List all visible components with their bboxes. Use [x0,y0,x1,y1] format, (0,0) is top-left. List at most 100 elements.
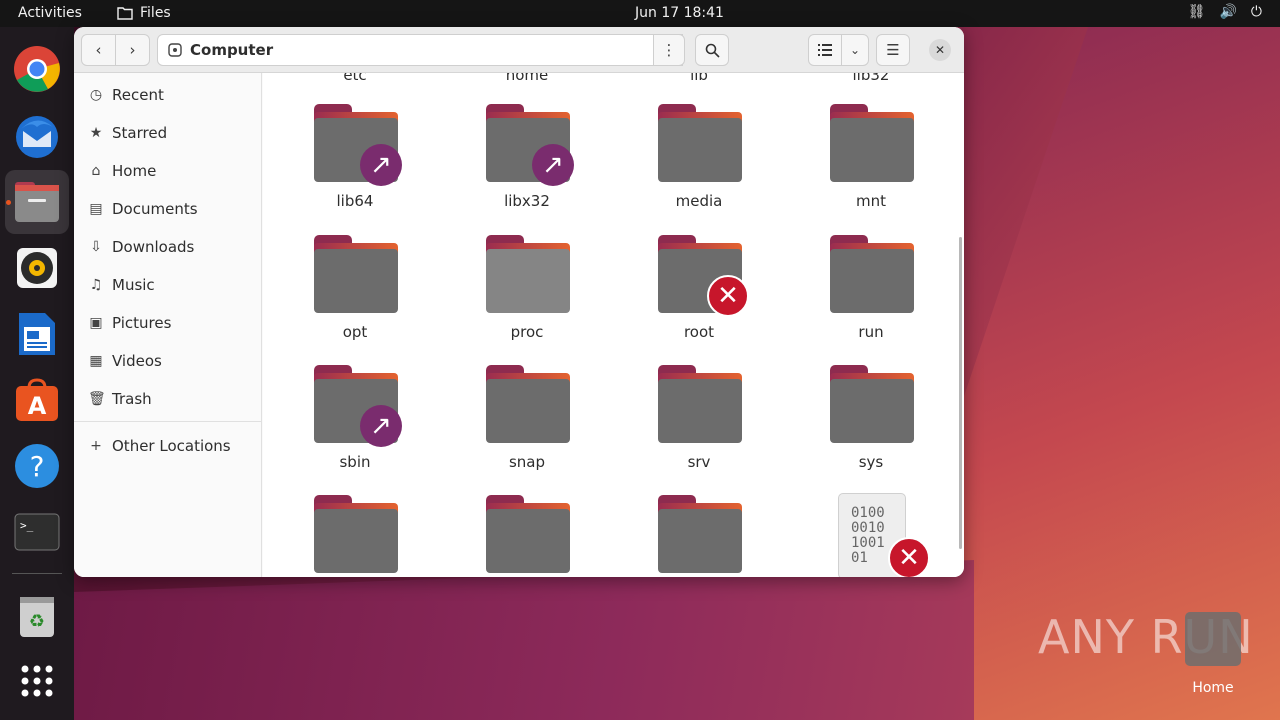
app-center-icon: A [16,378,58,421]
sidebar-item-label: Recent [112,86,164,104]
file-item[interactable]: 0100 0010 1001 01 ✕ [796,493,946,577]
partial-item-label[interactable]: etc [280,73,430,84]
svg-text:♻: ♻ [29,611,45,632]
item-name: lib64 [336,192,374,210]
symlink-emblem-icon: ↗ [360,405,402,447]
sidebar-item-music[interactable]: ♫ Music [88,273,155,297]
folder-item[interactable]: media [624,104,774,224]
main-menu-button[interactable]: ☰ [876,34,910,66]
folder-icon [830,104,914,182]
folder-item[interactable]: opt [280,235,430,355]
partial-item-label[interactable]: lib [624,73,774,84]
music-icon: ♫ [89,277,103,293]
document-writer-icon [19,313,55,355]
folder-icon [830,235,914,313]
sidebar-item-other-locations[interactable]: + Other Locations [88,434,231,458]
folder-item[interactable]: snap [452,365,602,485]
close-window-button[interactable]: ✕ [929,39,951,61]
view-list-button[interactable] [808,34,842,66]
app-menu[interactable]: Files [117,5,171,21]
back-button[interactable]: ‹ [81,34,116,66]
view-options-button[interactable]: ⌄ [841,34,869,66]
sidebar-item-starred[interactable]: ★ Starred [88,121,167,145]
folder-item[interactable]: run [796,235,946,355]
volume-icon: 🔊 [1219,4,1237,20]
hamburger-icon: ☰ [886,41,900,59]
sidebar-item-label: Music [112,276,155,294]
show-apps-button[interactable] [5,649,69,713]
sidebar-item-label: Other Locations [112,437,231,455]
sidebar-separator [74,421,262,422]
trash-launcher[interactable]: ♻ [5,584,69,648]
sidebar-item-downloads[interactable]: ⇩ Downloads [88,235,194,259]
folder-item[interactable]: ↗ libx32 [452,104,602,224]
sidebar-item-pictures[interactable]: ▣ Pictures [88,311,171,335]
folder-item[interactable] [452,495,602,577]
partial-item-label[interactable]: home [452,73,602,84]
app-center-launcher[interactable]: A [5,368,69,432]
files-launcher[interactable] [5,170,69,234]
list-view-icon [818,44,832,56]
chevron-left-icon: ‹ [95,41,102,59]
desktop-home-item[interactable]: Home [1180,612,1246,696]
partial-item-label[interactable]: lib32 [796,73,946,84]
folder-item[interactable]: ↗ lib64 [280,104,430,224]
folder-icon [658,365,742,443]
home-icon: ⌂ [91,163,101,179]
forward-button[interactable]: › [115,34,150,66]
search-button[interactable] [695,34,729,66]
chrome-icon [14,46,60,92]
rhythmbox-icon [17,248,57,288]
folder-icon [314,235,398,313]
system-tray[interactable]: ⛓ 🔊 ⏻ [1188,4,1262,20]
no-access-emblem-icon: ✕ [888,537,930,577]
item-name: sys [858,453,884,471]
writer-launcher[interactable] [5,302,69,366]
close-icon: ✕ [934,43,946,57]
folder-item[interactable]: srv [624,365,774,485]
folder-item[interactable]: ✕ root [624,235,774,355]
sidebar-item-recent[interactable]: ◷ Recent [88,83,164,107]
sidebar-item-documents[interactable]: ▤ Documents [88,197,197,221]
sidebar-item-label: Home [112,162,157,180]
trash-icon: 🗑 [88,391,106,407]
symlink-emblem-icon: ↗ [360,144,402,186]
app-grid-icon [21,665,53,697]
picture-icon: ▣ [89,315,103,331]
item-name: libx32 [504,192,550,210]
files-icon [15,182,59,222]
network-icon: ⛓ [1187,4,1206,20]
scrollbar[interactable] [959,237,962,549]
terminal-launcher[interactable]: >_ [5,500,69,564]
folder-item[interactable]: proc [452,235,602,355]
item-name: opt [342,323,368,341]
item-name: proc [510,323,544,341]
folder-item[interactable] [624,495,774,577]
folder-item[interactable]: ↗ sbin [280,365,430,485]
location-label: Computer [190,41,274,59]
folder-item[interactable] [280,495,430,577]
sidebar-item-videos[interactable]: ▦ Videos [88,349,161,373]
drive-icon [168,43,182,57]
path-menu-button[interactable]: ⋮ [653,34,685,66]
rhythmbox-launcher[interactable] [5,236,69,300]
sidebar-item-label: Pictures [112,314,172,332]
thunderbird-launcher[interactable] [5,103,69,167]
chrome-launcher[interactable] [5,37,69,101]
sidebar-item-trash[interactable]: 🗑 Trash [88,387,152,411]
folder-item[interactable]: mnt [796,104,946,224]
item-name: mnt [856,192,886,210]
folder-item[interactable]: sys [796,365,946,485]
recycle-bin-icon: ♻ [20,597,54,637]
help-launcher[interactable]: ? [5,434,69,498]
wallpaper-shape [74,560,974,720]
header-bar: ‹ › Computer ⋮ ⌄ ☰ ✕ [74,27,964,73]
folder-icon [830,365,914,443]
sidebar-item-home[interactable]: ⌂ Home [88,159,157,183]
svg-text:?: ? [30,450,45,483]
path-bar[interactable]: Computer [157,34,683,66]
activities-button[interactable]: Activities [18,5,82,21]
terminal-icon: >_ [14,513,60,551]
files-window: ‹ › Computer ⋮ ⌄ ☰ ✕ ◷ Recent ★ Starred ⌂ H… [74,27,964,577]
clock[interactable]: Jun 17 18:41 [635,5,724,21]
